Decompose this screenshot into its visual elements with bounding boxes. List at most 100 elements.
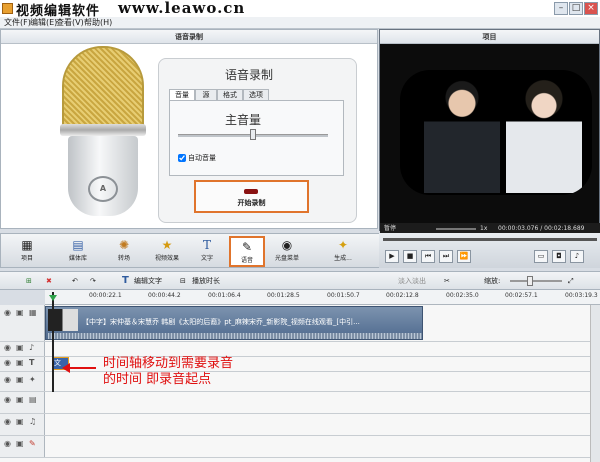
eye-icon[interactable]: ◉ — [4, 439, 11, 448]
add-icon[interactable]: ⊞ — [26, 274, 32, 288]
toolbar-transition-button[interactable]: ✺ 转场 — [106, 236, 142, 267]
fast-forward-button[interactable]: ⏩ — [457, 250, 471, 263]
start-record-label: 开始录制 — [237, 199, 266, 207]
play-button[interactable]: ▶ — [385, 250, 399, 263]
menu-file[interactable]: 文件(F) — [4, 17, 31, 29]
auto-volume-label: 自动音量 — [188, 154, 216, 162]
toolbar-text-label: 文字 — [200, 255, 213, 262]
zoom-label: 缩放: — [484, 277, 501, 285]
next-frame-button[interactable]: ⏭ — [439, 250, 453, 263]
toolbar-project-button[interactable]: ▦ 项目 — [9, 236, 45, 267]
speed-slider[interactable] — [436, 228, 476, 230]
eye-icon[interactable]: ◉ — [4, 343, 11, 352]
playhead-marker-icon[interactable] — [49, 295, 57, 301]
maximize-icon[interactable]: □ — [569, 2, 583, 15]
redo-icon[interactable]: ↷ — [90, 274, 96, 288]
eye-icon[interactable]: ◉ — [4, 308, 11, 317]
recording-card: 语音录制 音量 源 格式 选项 主音量 自动音量 开始录制 — [158, 58, 357, 223]
annotation-line2: 的时间 即录音起点 — [103, 372, 212, 387]
toolbar-disc-menu-button[interactable]: ◉ 光盘菜单 — [269, 236, 305, 267]
ruler-tick: 00:02:57.1 — [505, 292, 538, 299]
video-effects-icon: ★ — [161, 238, 173, 252]
auto-volume-checkbox[interactable]: 自动音量 — [178, 153, 216, 163]
lock-icon[interactable]: ▣ — [16, 343, 24, 352]
disc-menu-icon: ◉ — [281, 238, 293, 252]
toolbar-project-label: 项目 — [20, 255, 33, 262]
playhead-line[interactable] — [52, 292, 54, 392]
volume-slider-handle[interactable] — [250, 129, 256, 140]
eye-icon[interactable]: ◉ — [4, 395, 11, 404]
eye-icon[interactable]: ◉ — [4, 358, 11, 367]
menu-edit[interactable]: 编辑(E) — [30, 17, 57, 29]
annotation-line1: 时间轴移动到需要录音 — [103, 356, 234, 371]
overlay-track-header: ◉ ▣ ▤ — [0, 392, 45, 413]
audio-track: ◉ ▣ ♪ — [0, 342, 600, 357]
eye-icon[interactable]: ◉ — [4, 417, 11, 426]
music-track: ◉ ▣ ♫ — [0, 414, 600, 436]
toolbar-text-button[interactable]: T 文字 — [189, 236, 225, 267]
menu-view[interactable]: 查看(V) — [56, 17, 84, 29]
zoom-slider-handle[interactable] — [527, 276, 533, 286]
lock-icon[interactable]: ▣ — [16, 358, 24, 367]
video-person-right — [506, 78, 582, 193]
eye-icon[interactable]: ◉ — [4, 375, 11, 384]
ruler-tick: 00:02:35.0 — [446, 292, 479, 299]
menu-help[interactable]: 帮助(H) — [84, 17, 112, 29]
generate-icon: ✦ — [337, 238, 349, 252]
video-clip[interactable]: 【中字】宋仲基＆宋慧乔 韩剧《太阳的后裔》pt_麻辣宋乔_新影院_视频在线观看_… — [45, 306, 423, 340]
duration-button[interactable]: 播放时长 — [192, 274, 220, 288]
duration-icon[interactable]: ⊟ — [180, 274, 186, 288]
lock-icon[interactable]: ▣ — [16, 308, 24, 317]
start-record-button[interactable]: 开始录制 — [194, 180, 309, 213]
clip-title: 【中字】宋仲基＆宋慧乔 韩剧《太阳的后裔》pt_麻辣宋乔_新影院_视频在线观看_… — [82, 318, 360, 326]
scissors-icon[interactable]: ✂ — [444, 274, 450, 288]
toolbar-media-library-label: 媒体库 — [68, 255, 87, 262]
speaker-icon: ♪ — [29, 343, 35, 352]
mic-icon: ✎ — [29, 439, 36, 448]
effect-icon: ✦ — [29, 375, 36, 384]
time-ruler[interactable]: 00:00:22.1 00:00:44.2 00:01:06.4 00:01:2… — [45, 290, 600, 305]
stop-button[interactable]: ■ — [403, 250, 417, 263]
lock-icon[interactable]: ▣ — [16, 417, 24, 426]
delete-icon[interactable]: ✖ — [46, 274, 52, 288]
video-preview — [400, 70, 592, 195]
toolbar-voice-button[interactable]: ✎ 语音 — [229, 236, 265, 267]
edit-text-button[interactable]: 编辑文字 — [134, 274, 162, 288]
timeline-scrollbar[interactable] — [590, 305, 600, 462]
edit-text-icon[interactable]: T — [122, 274, 129, 288]
app-icon — [2, 3, 13, 14]
project-preview-panel: 项目 — [379, 29, 600, 231]
transition-icon: ✺ — [118, 238, 130, 252]
ruler-tick: 00:03:19.3 — [565, 292, 598, 299]
fade-button[interactable]: 淡入淡出 — [398, 274, 426, 288]
lock-icon[interactable]: ▣ — [16, 439, 24, 448]
voice-track-header: ◉ ▣ ✎ — [0, 436, 45, 457]
zoom-slider[interactable] — [510, 280, 562, 282]
screen-icon[interactable]: ▭ — [534, 250, 548, 263]
undo-icon[interactable]: ↶ — [72, 274, 78, 288]
text-track-header: ◉ ▣ T — [0, 357, 45, 371]
effect-track: ◉ ▣ ✦ — [0, 372, 600, 392]
annotation-text: 时间轴移动到需要录音 的时间 即录音起点 — [103, 356, 233, 388]
minimize-icon[interactable]: – — [554, 2, 568, 15]
image-icon: ▤ — [29, 395, 37, 404]
snapshot-icon[interactable]: ◘ — [552, 250, 566, 263]
toolbar-video-effects-button[interactable]: ★ 视频效果 — [149, 236, 185, 267]
lock-icon[interactable]: ▣ — [16, 375, 24, 384]
timeline-toolbar: ⊞ ✖ ↶ ↷ T 编辑文字 ⊟ 播放时长 淡入淡出 ✂ 缩放: ⤢ — [0, 271, 600, 290]
close-icon[interactable]: × — [584, 2, 598, 15]
auto-volume-check-icon[interactable] — [178, 154, 186, 162]
project-panel-header: 项目 — [380, 30, 599, 44]
site-url: www.leawo.cn — [118, 0, 246, 17]
seek-bar[interactable] — [383, 238, 597, 241]
ruler-tick: 00:00:22.1 — [89, 292, 122, 299]
lock-icon[interactable]: ▣ — [16, 395, 24, 404]
fit-icon[interactable]: ⤢ — [568, 274, 574, 288]
overlay-track: ◉ ▣ ▤ — [0, 392, 600, 414]
prev-frame-button[interactable]: ⏮ — [421, 250, 435, 263]
voice-track: ◉ ▣ ✎ — [0, 436, 600, 458]
toolbar-transition-label: 转场 — [117, 255, 130, 262]
volume-icon[interactable]: ♪ — [570, 250, 584, 263]
toolbar-generate-button[interactable]: ✦ 生成... — [319, 236, 367, 267]
toolbar-media-library-button[interactable]: ▤ 媒体库 — [60, 236, 96, 267]
